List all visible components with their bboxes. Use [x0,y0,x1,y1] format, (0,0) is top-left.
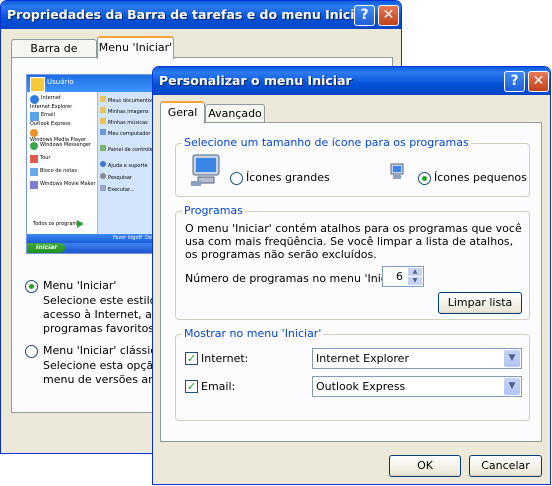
dropdown-arrow-icon[interactable]: ▼ [504,378,520,395]
preview-item-messenger: Windows Messenger [40,142,92,148]
radio-start-menu[interactable] [25,280,38,293]
preview-item-movie-maker: Windows Movie Maker [40,181,96,187]
programs-description: O menu 'Iniciar' contém atalhos para os … [185,222,522,261]
radio-large-icons[interactable] [230,172,243,185]
start-menu-option-label: Menu 'Iniciar' [43,279,117,292]
program-count-value: 6 [396,270,403,283]
clear-list-button[interactable]: Limpar lista [438,292,522,314]
title-bar[interactable]: Personalizar o menu Iniciar [153,67,550,95]
email-client-select[interactable]: Outlook Express ▼ [312,376,522,397]
tab-taskbar[interactable]: Barra de tarefas [11,39,97,72]
internet-browser-select[interactable]: Internet Explorer ▼ [312,348,522,369]
radio-small-icons[interactable] [418,172,431,185]
show-legend: Mostrar no menu 'Iniciar' [182,327,324,340]
help-icon[interactable]: ? [504,71,525,92]
internet-checkbox[interactable]: ✓ [185,352,198,365]
programs-legend: Programas [182,204,245,217]
all-programs-label: Todos os programas [33,221,83,227]
close-icon[interactable]: ✕ [378,5,399,26]
preview-left-items: Internet Internet Explorer Email Outlook… [30,95,96,194]
dialog-title: Personalizar o menu Iniciar [159,73,352,88]
programs-group: Programas O menu 'Iniciar' contém atalho… [175,204,530,320]
radio-classic-start-menu[interactable] [25,345,38,358]
logoff-label: Fazer logoff [113,235,142,241]
avatar [30,77,45,92]
general-tab-panel: Selecione um tamanho de ícone para os pr… [160,122,542,442]
email-client-value: Outlook Express [316,380,406,393]
classic-option-label: Menu 'Iniciar' clássico [43,344,164,357]
internet-label: Internet: [201,352,249,365]
small-monitor-icon [390,163,404,179]
cancel-button[interactable]: Cancelar [469,455,542,477]
dropdown-arrow-icon[interactable]: ▼ [504,350,520,367]
preview-item-notepad: Bloco de notas [40,168,77,174]
arrow-right-icon [77,220,83,228]
internet-browser-value: Internet Explorer [316,352,409,365]
program-count-label: Número de programas no menu 'Iniciar': [185,272,408,285]
tab-start-menu[interactable]: Menu 'Iniciar' [97,36,174,59]
window-title: Propriedades da Barra de tarefas e do me… [7,7,370,22]
small-icons-label: Ícones pequenos [434,171,527,184]
close-icon[interactable]: ✕ [528,71,549,92]
large-icons-label: Ícones grandes [246,171,330,184]
monitor-icon [191,154,220,186]
help-icon[interactable]: ? [354,5,375,26]
ok-button[interactable]: OK [389,455,461,477]
spin-down-icon[interactable]: ▼ [408,277,422,285]
email-checkbox[interactable]: ✓ [185,380,198,393]
tab-advanced[interactable]: Avançado [205,104,265,123]
start-button-label: Iniciar [36,244,58,251]
tab-general[interactable]: Geral [160,101,205,124]
title-bar[interactable]: Propriedades da Barra de tarefas e do me… [1,1,401,29]
customize-start-menu-dialog: Personalizar o menu Iniciar ? ✕ Geral Av… [152,66,551,485]
preview-item-tour: Tour [40,155,51,161]
start-menu-preview: Usuário Internet Internet Explorer Email… [26,74,166,254]
email-label: Email: [201,380,236,393]
show-on-start-menu-group: Mostrar no menu 'Iniciar' ✓ Internet: In… [175,327,530,421]
user-name: Usuário [47,78,74,86]
icon-size-legend: Selecione um tamanho de ícone para os pr… [182,136,471,149]
program-count-stepper[interactable]: 6 ▲ ▼ [382,266,424,287]
spin-up-icon[interactable]: ▲ [408,268,422,276]
icon-size-group: Selecione um tamanho de ícone para os pr… [175,136,530,197]
